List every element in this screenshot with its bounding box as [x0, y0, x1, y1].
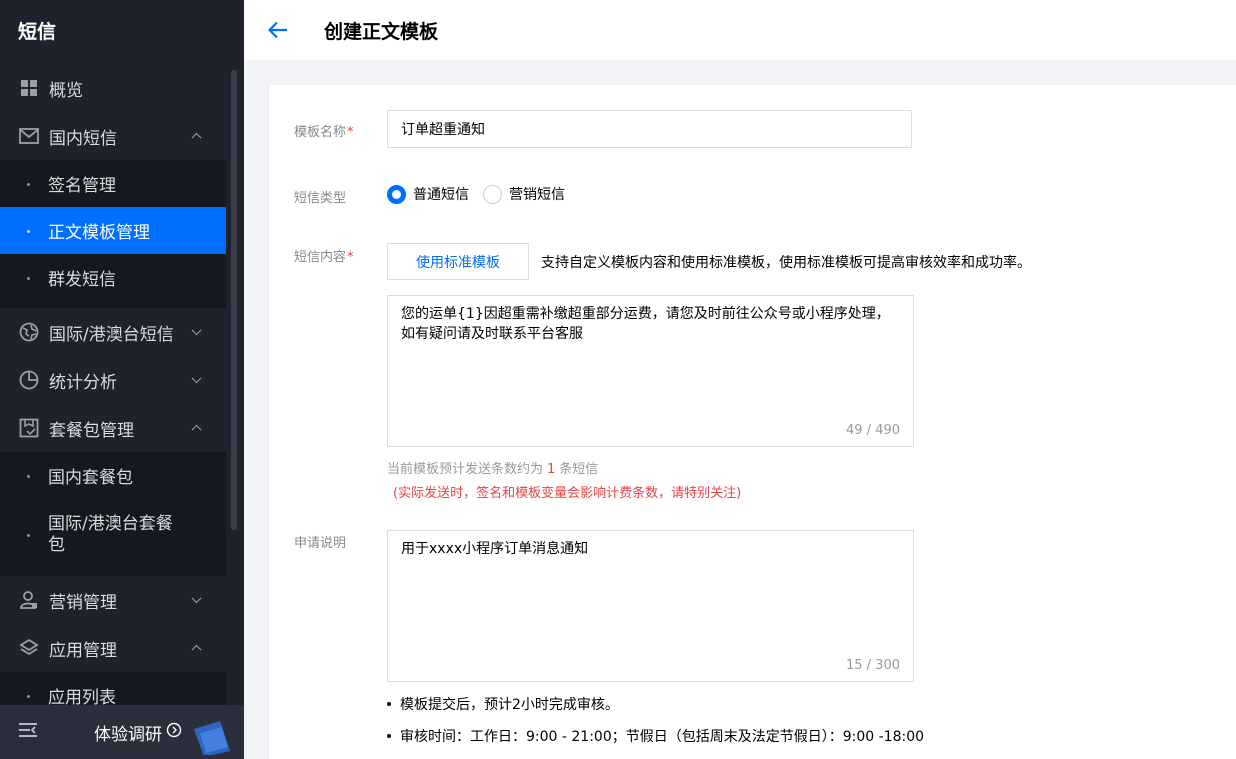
sms-count-estimate: 当前模板预计发送条数约为 1 条短信 — [387, 462, 599, 477]
arrow-circle-icon[interactable] — [166, 722, 182, 742]
template-form: 模板名称* 短信类型 普通短信 营销短信 短信内容* 使用标准模板 支持自定义模… — [269, 85, 1236, 759]
bullet-dot — [27, 229, 30, 233]
sidebar-item-overview[interactable]: 概览 — [0, 64, 226, 112]
sms-type-radio-group: 普通短信 营销短信 — [387, 184, 579, 204]
use-standard-template-button[interactable]: 使用标准模板 — [387, 243, 529, 280]
sidebar-item-label: 套餐包管理 — [49, 420, 134, 441]
sidebar-item-apps[interactable]: 应用管理 — [0, 624, 226, 672]
sidebar-item-label: 国际/港澳台短信 — [49, 324, 174, 345]
back-arrow-icon[interactable] — [268, 19, 290, 41]
radio-unchecked-icon — [483, 184, 502, 204]
pie-chart-icon — [18, 369, 40, 391]
chevron-down-icon — [191, 593, 202, 604]
sidebar-title: 短信 — [18, 21, 57, 43]
globe-icon — [18, 321, 40, 343]
template-name-label: 模板名称* — [294, 125, 354, 140]
radio-marketing-sms[interactable]: 营销短信 — [483, 184, 565, 204]
chevron-down-icon — [191, 373, 202, 384]
sidebar-menu: 概览 国内短信 签名管理 正文模板管理 群发短信 国际/港澳台短信 统计分析 套… — [0, 64, 226, 719]
sidebar-item-sign[interactable]: 签名管理 — [0, 160, 226, 207]
template-name-input[interactable] — [387, 110, 912, 148]
sidebar-item-bulk[interactable]: 群发短信 — [0, 254, 226, 301]
mail-icon — [18, 125, 40, 147]
note-char-count: 15 / 300 — [846, 658, 900, 673]
chevron-up-icon — [191, 644, 202, 655]
sidebar-item-pkg-intl[interactable]: 国际/港澳台套餐包 — [0, 499, 226, 570]
sidebar-item-label: 国际/港澳台套餐包 — [48, 513, 173, 555]
bullet-dot — [27, 182, 30, 186]
required-mark: * — [347, 125, 354, 140]
application-note-text: 用于xxxx小程序订单消息通知 — [401, 541, 589, 557]
menu-collapse-icon[interactable] — [18, 722, 48, 742]
chevron-down-icon — [191, 325, 202, 336]
bullet-dot — [27, 533, 30, 537]
sidebar-footer: 体验调研 — [0, 705, 244, 759]
sms-content-label: 短信内容* — [294, 250, 354, 265]
page-header: 创建正文模板 — [244, 0, 1236, 60]
chevron-up-icon — [191, 132, 202, 143]
application-note-textarea[interactable]: 用于xxxx小程序订单消息通知 15 / 300 — [387, 530, 914, 682]
sidebar-subgroup-packages: 国内套餐包 国际/港澳台套餐包 — [0, 452, 226, 576]
survey-illustration-icon — [186, 711, 236, 759]
sidebar-item-label: 营销管理 — [49, 592, 117, 613]
bullet-dot — [27, 474, 30, 478]
review-time-tip: 审核时间：工作日：9:00 - 21:00；节假日（包括周末及法定节假日）：9:… — [387, 726, 924, 746]
estimate-number: 1 — [547, 462, 556, 477]
sidebar-scrollbar[interactable] — [231, 70, 237, 530]
bullet-dot — [27, 694, 30, 698]
sidebar-item-label: 应用管理 — [49, 640, 117, 661]
review-tip: 模板提交后，预计2小时完成审核。 — [387, 694, 619, 714]
sidebar-item-template[interactable]: 正文模板管理 — [0, 207, 226, 254]
sms-content-text: 您的运单{1}因超重需补缴超重部分运费，请您及时前往公众号或小程序处理，如有疑问… — [401, 306, 890, 342]
bullet-dot — [387, 734, 391, 738]
sidebar-item-label: 签名管理 — [48, 176, 116, 196]
radio-checked-icon — [387, 184, 406, 204]
page-title: 创建正文模板 — [324, 20, 439, 43]
bullet-dot — [27, 276, 30, 280]
sidebar-item-label: 统计分析 — [49, 372, 117, 393]
layers-icon — [18, 637, 40, 659]
sidebar-item-marketing[interactable]: 营销管理 — [0, 576, 226, 624]
radio-normal-sms[interactable]: 普通短信 — [387, 184, 469, 204]
sidebar-item-stats[interactable]: 统计分析 — [0, 356, 226, 404]
radio-label: 普通短信 — [413, 187, 469, 203]
sidebar-item-label: 正文模板管理 — [48, 223, 150, 243]
sms-content-textarea[interactable]: 您的运单{1}因超重需补缴超重部分运费，请您及时前往公众号或小程序处理，如有疑问… — [387, 295, 914, 447]
sidebar-item-label: 群发短信 — [48, 270, 116, 290]
package-icon — [18, 417, 40, 439]
sidebar-item-label: 国内套餐包 — [48, 468, 133, 488]
sidebar-item-packages[interactable]: 套餐包管理 — [0, 404, 226, 452]
sidebar-item-label: 国内短信 — [49, 128, 117, 149]
sidebar-item-label: 概览 — [49, 80, 83, 101]
sidebar: 短信 概览 国内短信 签名管理 正文模板管理 群发短信 国际/港澳台短信 统计分… — [0, 0, 244, 759]
standard-template-hint: 支持自定义模板内容和使用标准模板，使用标准模板可提高审核效率和成功率。 — [541, 255, 1031, 271]
sidebar-subgroup-domestic: 签名管理 正文模板管理 群发短信 — [0, 160, 226, 308]
application-note-label: 申请说明 — [294, 536, 347, 551]
grid-icon — [18, 77, 40, 99]
user-icon — [18, 589, 40, 611]
content-char-count: 49 / 490 — [846, 423, 900, 438]
radio-label: 营销短信 — [509, 187, 565, 203]
bullet-dot — [387, 702, 391, 706]
billing-warning: (实际发送时，签名和模板变量会影响计费条数，请特别关注) — [393, 486, 742, 501]
sidebar-item-pkg-domestic[interactable]: 国内套餐包 — [0, 452, 226, 499]
required-mark: * — [347, 250, 354, 265]
sms-type-label: 短信类型 — [294, 191, 347, 206]
sidebar-item-domestic[interactable]: 国内短信 — [0, 112, 226, 160]
sidebar-item-intl[interactable]: 国际/港澳台短信 — [0, 308, 226, 356]
chevron-up-icon — [191, 424, 202, 435]
feedback-link[interactable]: 体验调研 — [94, 720, 162, 745]
